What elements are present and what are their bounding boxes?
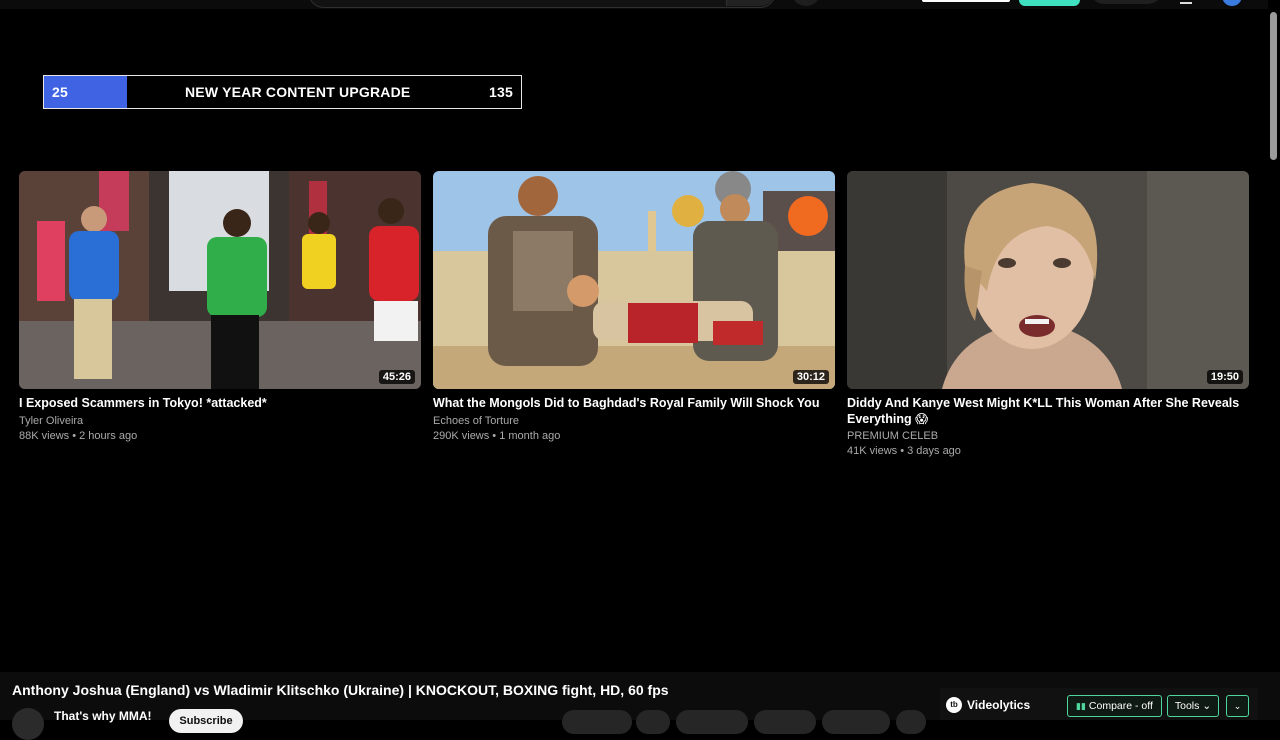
content-upgrade-progress-banner: 25 NEW YEAR CONTENT UPGRADE 135 bbox=[43, 75, 522, 109]
progress-end-value: 135 bbox=[489, 84, 513, 100]
search-input[interactable] bbox=[308, 0, 776, 8]
video-thumbnail[interactable]: 45:26 bbox=[19, 171, 421, 389]
expand-toolbar-button[interactable]: ⌄ bbox=[1226, 695, 1249, 717]
ask-button[interactable] bbox=[754, 710, 816, 734]
video-thumbnail[interactable]: 30:12 bbox=[433, 171, 835, 389]
subscribe-button[interactable]: Subscribe bbox=[169, 709, 243, 733]
video-duration: 45:26 bbox=[378, 370, 415, 384]
video-channel-name[interactable]: PREMIUM CELEB bbox=[847, 430, 1249, 442]
videolytics-logo-text: tb bbox=[950, 700, 958, 709]
account-avatar[interactable] bbox=[1222, 0, 1242, 6]
channel-avatar[interactable] bbox=[12, 708, 44, 740]
video-channel-name[interactable]: Echoes of Torture bbox=[433, 415, 835, 427]
chevron-down-icon: ⌄ bbox=[1233, 701, 1242, 711]
chevron-down-icon: ⌄ bbox=[1202, 700, 1212, 712]
save-button[interactable] bbox=[822, 710, 890, 734]
player-info-bar: Anthony Joshua (England) vs Wladimir Kli… bbox=[0, 672, 1280, 740]
video-meta: 88K views • 2 hours ago bbox=[19, 429, 138, 442]
compare-toggle-button[interactable]: ▮▮ Compare - off bbox=[1067, 695, 1162, 717]
page-scrollbar[interactable] bbox=[1268, 0, 1280, 672]
video-card[interactable]: 45:26 I Exposed Scammers in Tokyo! *atta… bbox=[19, 171, 421, 442]
thumbnail-image bbox=[19, 171, 421, 389]
video-card[interactable]: 30:12 What the Mongols Did to Baghdad's … bbox=[433, 171, 835, 442]
share-button[interactable] bbox=[676, 710, 748, 734]
thumbnail-image bbox=[847, 171, 1249, 389]
dislike-button[interactable] bbox=[636, 710, 670, 734]
video-thumbnail[interactable]: 19:50 bbox=[847, 171, 1249, 389]
videolytics-toolbar: tb Videolytics ▮▮ Compare - off Tools ⌄ ⌄ bbox=[940, 688, 1258, 720]
compare-label: Compare - off bbox=[1088, 700, 1153, 712]
video-card[interactable]: 19:50 Diddy And Kanye West Might K*LL Th… bbox=[847, 171, 1249, 457]
video-duration: 30:12 bbox=[792, 370, 829, 384]
current-video-title: Anthony Joshua (England) vs Wladimir Kli… bbox=[12, 682, 669, 698]
banner-title: NEW YEAR CONTENT UPGRADE bbox=[185, 84, 411, 100]
progress-start-value: 25 bbox=[52, 84, 68, 100]
top-header bbox=[0, 0, 1268, 9]
video-title[interactable]: What the Mongols Did to Baghdad's Royal … bbox=[433, 396, 835, 412]
tools-dropdown[interactable]: Tools ⌄ bbox=[1167, 695, 1219, 717]
video-title[interactable]: I Exposed Scammers in Tokyo! *attacked* bbox=[19, 396, 421, 412]
notifications-icon[interactable] bbox=[1180, 0, 1192, 4]
voice-search-button[interactable] bbox=[792, 0, 820, 6]
video-duration: 19:50 bbox=[1206, 370, 1243, 384]
tools-label: Tools bbox=[1174, 700, 1200, 712]
extension-button[interactable] bbox=[1019, 0, 1080, 6]
header-badge[interactable] bbox=[922, 0, 1010, 2]
videolytics-logo-icon: tb bbox=[946, 697, 962, 713]
bar-chart-icon: ▮▮ bbox=[1076, 701, 1086, 711]
create-button[interactable] bbox=[1090, 0, 1162, 4]
video-channel-name[interactable]: Tyler Oliveira bbox=[19, 415, 421, 427]
videolytics-name: Videolytics bbox=[967, 698, 1031, 712]
video-title[interactable]: Diddy And Kanye West Might K*LL This Wom… bbox=[847, 396, 1249, 427]
thumbnail-image bbox=[433, 171, 835, 389]
video-meta: 290K views • 1 month ago bbox=[433, 429, 561, 442]
video-meta: 41K views • 3 days ago bbox=[847, 445, 961, 457]
current-channel-name[interactable]: That's why MMA! bbox=[54, 709, 152, 723]
like-button[interactable] bbox=[562, 710, 632, 734]
scrollbar-thumb[interactable] bbox=[1270, 12, 1277, 160]
more-actions-button[interactable] bbox=[896, 710, 926, 734]
